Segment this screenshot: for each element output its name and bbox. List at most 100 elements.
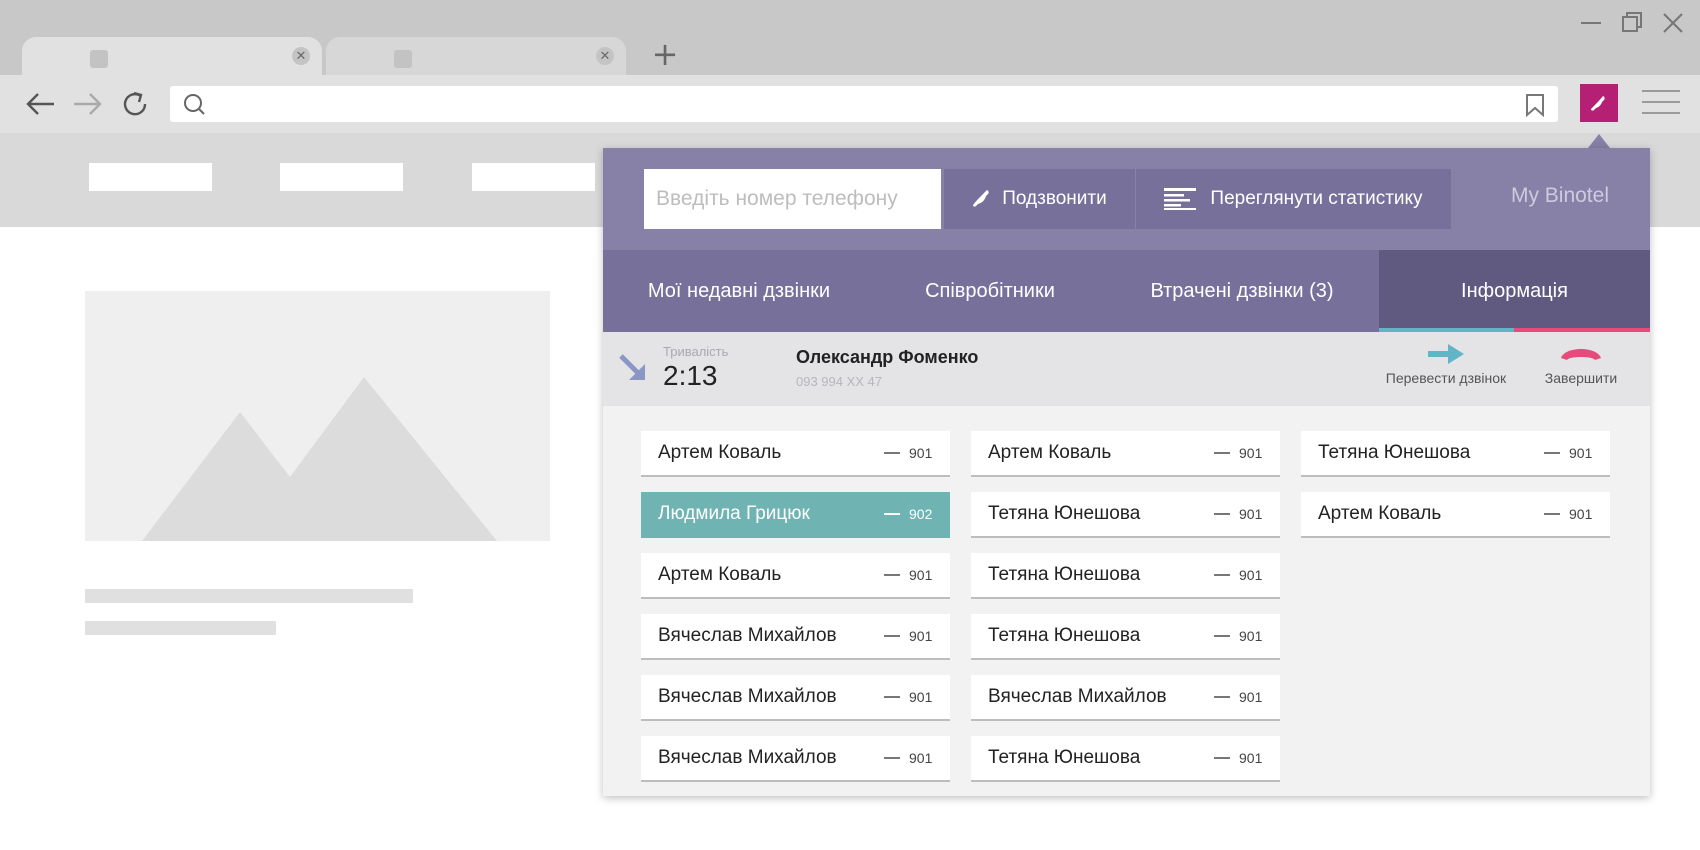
- statistics-icon: [1164, 188, 1197, 210]
- popup-header: Подзвонити Переглянути статистику My Bin…: [603, 148, 1650, 250]
- employee-extension: 901: [909, 628, 933, 644]
- employee-item[interactable]: Тетяна Юнешова 901: [971, 492, 1280, 538]
- employee-item[interactable]: Артем Коваль 901: [1301, 492, 1610, 538]
- employee-item[interactable]: Тетяна Юнешова 901: [1301, 431, 1610, 477]
- caller-phone: 093 994 XX 47: [796, 374, 883, 389]
- tab-information[interactable]: Інформація: [1379, 250, 1650, 332]
- status-dash-icon: [1214, 757, 1230, 759]
- employee-item[interactable]: Людмила Грицюк 902: [641, 492, 950, 538]
- status-dash-icon: [1544, 452, 1560, 454]
- call-button-label: Подзвонити: [1002, 188, 1107, 209]
- back-arrow-icon[interactable]: [24, 87, 58, 121]
- text-placeholder: [85, 589, 413, 603]
- employee-extension: 901: [1569, 506, 1593, 522]
- search-icon: [182, 92, 208, 123]
- browser-tab-inactive[interactable]: ✕: [326, 37, 626, 75]
- employee-item[interactable]: Вячеслав Михайлов 901: [641, 675, 950, 721]
- employee-name: Вячеслав Михайлов: [658, 747, 837, 768]
- call-duration: 2:13: [663, 360, 718, 391]
- binotel-extension-button[interactable]: [1580, 84, 1618, 122]
- popup-arrow: [1588, 134, 1610, 148]
- status-dash-icon: [884, 635, 900, 637]
- statistics-button[interactable]: Переглянути статистику: [1136, 169, 1451, 229]
- reload-icon[interactable]: [118, 87, 152, 121]
- new-tab-button[interactable]: +: [650, 38, 680, 70]
- nav-placeholder: [89, 163, 212, 191]
- employee-extension: 901: [1569, 445, 1593, 461]
- employee-name: Тетяна Юнешова: [988, 625, 1141, 646]
- caller-name: Олександр Фоменко: [796, 347, 979, 367]
- window-close-icon[interactable]: [1658, 8, 1688, 38]
- employee-name: Артем Коваль: [658, 564, 782, 585]
- employee-name: Тетяна Юнешова: [988, 747, 1141, 768]
- employee-extension: 901: [909, 567, 933, 583]
- employee-extension: 901: [909, 750, 933, 766]
- tab-close-icon[interactable]: ✕: [596, 47, 614, 65]
- employee-extension: 901: [1239, 628, 1263, 644]
- forward-arrow-icon[interactable]: [70, 87, 104, 121]
- hang-up-icon: [1561, 349, 1601, 360]
- statistics-button-label: Переглянути статистику: [1210, 188, 1423, 209]
- employee-extension: 901: [909, 445, 933, 461]
- status-dash-icon: [1214, 452, 1230, 454]
- my-binotel-link[interactable]: My Binotel: [1511, 184, 1609, 208]
- phone-icon: [973, 190, 989, 207]
- incoming-call-arrow-icon: [617, 352, 649, 389]
- tab-recent-calls[interactable]: Мої недавні дзвінки: [603, 250, 875, 332]
- employee-name: Вячеслав Михайлов: [988, 686, 1167, 707]
- employee-name: Тетяна Юнешова: [988, 564, 1141, 585]
- favicon-icon: [90, 50, 108, 68]
- employee-item[interactable]: Артем Коваль 901: [641, 553, 950, 599]
- employee-extension: 901: [1239, 567, 1263, 583]
- employee-item[interactable]: Артем Коваль 901: [641, 431, 950, 477]
- employee-item[interactable]: Артем Коваль 901: [971, 431, 1280, 477]
- employee-item[interactable]: Тетяна Юнешова 901: [971, 736, 1280, 782]
- status-dash-icon: [1214, 635, 1230, 637]
- employee-extension: 901: [1239, 506, 1263, 522]
- tab-employees[interactable]: Співробітники: [875, 250, 1105, 332]
- status-dash-icon: [884, 513, 900, 515]
- employee-item[interactable]: Вячеслав Михайлов 901: [641, 736, 950, 782]
- end-call-label: Завершити: [1544, 370, 1618, 386]
- employee-extension: 902: [909, 506, 933, 522]
- employee-item[interactable]: Вячеслав Михайлов 901: [971, 675, 1280, 721]
- text-placeholder: [85, 621, 276, 635]
- employee-item[interactable]: Вячеслав Михайлов 901: [641, 614, 950, 660]
- transfer-call-button[interactable]: Перевести дзвінок: [1381, 344, 1511, 386]
- binotel-popup: Подзвонити Переглянути статистику My Bin…: [603, 148, 1650, 796]
- nav-placeholder: [472, 163, 595, 191]
- window-minimize-icon[interactable]: [1576, 8, 1606, 38]
- employee-item[interactable]: Тетяна Юнешова 901: [971, 553, 1280, 599]
- tab-missed-calls[interactable]: Втрачені дзвінки (3): [1105, 250, 1379, 332]
- transfer-call-label: Перевести дзвінок: [1385, 370, 1507, 386]
- phone-number-input[interactable]: [644, 169, 941, 229]
- call-button[interactable]: Подзвонити: [944, 169, 1135, 229]
- browser-tab-active[interactable]: ✕: [22, 37, 322, 75]
- popup-tabs: Мої недавні дзвінки Співробітники Втраче…: [603, 250, 1650, 332]
- employee-extension: 901: [1239, 445, 1263, 461]
- image-placeholder-icon: [85, 291, 550, 541]
- tab-close-icon[interactable]: ✕: [292, 47, 310, 65]
- employee-item[interactable]: Тетяна Юнешова 901: [971, 614, 1280, 660]
- bookmark-icon[interactable]: [1524, 93, 1546, 122]
- employee-extension: 901: [909, 689, 933, 705]
- window-restore-icon[interactable]: [1618, 8, 1648, 38]
- employee-name: Артем Коваль: [1318, 503, 1442, 524]
- employee-name: Людмила Грицюк: [658, 503, 810, 524]
- status-dash-icon: [884, 574, 900, 576]
- status-dash-icon: [884, 452, 900, 454]
- status-dash-icon: [884, 696, 900, 698]
- employee-name: Вячеслав Михайлов: [658, 625, 837, 646]
- status-dash-icon: [884, 757, 900, 759]
- employee-name: Артем Коваль: [658, 442, 782, 463]
- address-bar[interactable]: [170, 86, 1558, 122]
- employee-name: Вячеслав Михайлов: [658, 686, 837, 707]
- end-call-button[interactable]: Завершити: [1516, 344, 1646, 386]
- status-dash-icon: [1214, 513, 1230, 515]
- nav-placeholder: [280, 163, 403, 191]
- transfer-arrow-icon: [1428, 344, 1464, 364]
- favicon-icon: [394, 50, 412, 68]
- phone-icon: [1591, 96, 1605, 111]
- browser-menu-icon[interactable]: [1642, 90, 1680, 116]
- duration-label: Тривалість: [663, 344, 729, 359]
